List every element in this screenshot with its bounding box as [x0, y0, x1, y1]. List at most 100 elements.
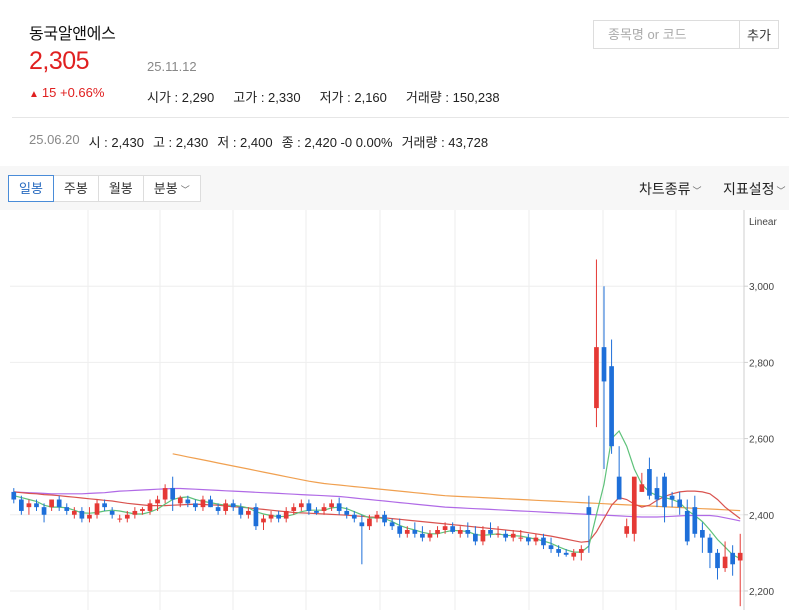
tick-label: 2,600 — [749, 435, 774, 446]
candle-body — [669, 495, 675, 500]
indicator-menu[interactable]: 지표설정 ﹀ — [723, 179, 786, 199]
candle-body — [64, 507, 70, 511]
candle — [253, 503, 259, 530]
ohlc-summary: 시가 : 2,290 고가 : 2,330 저가 : 2,160 거래량 : 1… — [147, 87, 500, 106]
candle-body — [185, 499, 191, 504]
candle-body — [578, 549, 584, 553]
candle-body — [124, 514, 130, 519]
candle-body — [639, 484, 645, 492]
volume: 거래량 : 150,238 — [405, 90, 500, 105]
candle — [79, 507, 85, 523]
candle — [465, 522, 471, 538]
candle-body — [253, 507, 259, 527]
candle — [109, 507, 115, 519]
low-price: 저가 : 2,160 — [319, 90, 387, 105]
candle-body — [94, 503, 100, 515]
candle — [525, 533, 531, 546]
candle — [473, 526, 478, 546]
candle — [283, 507, 289, 523]
up-triangle-icon: ▲ — [29, 89, 39, 100]
candle-body — [223, 503, 229, 511]
candle-body — [246, 510, 251, 515]
candle — [56, 495, 62, 511]
quote-date: 25.11.12 — [147, 59, 197, 74]
candle-body — [616, 476, 622, 500]
tab-daily[interactable]: 일봉 — [8, 175, 54, 202]
change-text: 15 +0.66% — [41, 85, 105, 100]
candle-body — [427, 533, 433, 538]
candles — [11, 259, 743, 607]
candle — [336, 497, 342, 515]
candle — [276, 510, 281, 523]
candle — [730, 545, 735, 576]
candle-body — [737, 552, 743, 561]
candle — [397, 518, 403, 538]
candle — [616, 446, 622, 500]
candle-body — [563, 552, 569, 555]
candle-body — [601, 347, 607, 382]
candle — [737, 533, 743, 607]
price-axis: Linear 3,000 2,800 2,600 2,400 2,200 — [743, 210, 777, 610]
candle — [298, 499, 304, 511]
tab-minute[interactable]: 분봉 ﹀ — [143, 175, 201, 202]
candle — [329, 499, 334, 511]
candle-body — [79, 510, 85, 519]
candle-body — [631, 476, 637, 534]
candlestick-chart[interactable]: Linear 3,000 2,800 2,600 2,400 2,200 — [0, 210, 789, 610]
candle-body — [495, 533, 501, 535]
candle — [700, 522, 705, 553]
candle — [533, 533, 539, 546]
scale-label: Linear — [749, 217, 777, 228]
candle — [230, 499, 236, 511]
candle — [200, 495, 206, 511]
candle — [594, 259, 599, 428]
candle-body — [291, 507, 297, 511]
candle-body — [41, 507, 47, 515]
moving-average-lines — [13, 429, 741, 560]
candle-body — [397, 526, 403, 534]
candle-body — [420, 533, 425, 538]
candle-body — [276, 514, 281, 519]
add-button[interactable]: 추가 — [739, 21, 778, 48]
tab-weekly[interactable]: 주봉 — [53, 175, 99, 202]
candle-body — [193, 503, 198, 508]
candle — [268, 510, 274, 523]
ma-short-line — [13, 429, 741, 560]
tab-minute-label: 분봉 — [153, 181, 178, 196]
candle — [609, 339, 614, 454]
candle-body — [261, 518, 266, 523]
candle — [321, 503, 327, 515]
candle-body — [147, 503, 153, 511]
candle-body — [654, 488, 660, 500]
candle-body — [140, 509, 145, 511]
candle-body — [162, 488, 168, 500]
candle-body — [684, 510, 690, 542]
candle-body — [367, 518, 372, 527]
candle-body — [677, 499, 683, 508]
candle-body — [556, 549, 561, 553]
candle — [162, 484, 168, 504]
candle-body — [457, 530, 463, 534]
candle — [510, 530, 516, 542]
period-tabs: 일봉 주봉 월봉 분봉 ﹀ — [8, 175, 201, 202]
candle-body — [518, 537, 524, 539]
candle-body — [177, 497, 183, 504]
candle-body — [117, 518, 123, 520]
candle-body — [155, 499, 160, 504]
candle-body — [298, 503, 304, 508]
tab-monthly[interactable]: 월봉 — [98, 175, 144, 202]
candle — [64, 503, 70, 515]
candle — [412, 522, 418, 538]
candle — [193, 499, 198, 511]
hover-candle-info: 25.06.20 시 : 2,430 고 : 2,430 저 : 2,400 종… — [29, 132, 488, 151]
candle-body — [473, 533, 478, 542]
candle-body — [19, 499, 24, 511]
chart-type-menu[interactable]: 차트종류 ﹀ — [639, 179, 702, 199]
price-change: ▲ 15 +0.66% — [29, 85, 104, 100]
candle-body — [389, 522, 395, 527]
search-input[interactable] — [594, 21, 739, 48]
candle — [631, 476, 637, 542]
candle-body — [200, 499, 206, 508]
candle-body — [594, 347, 599, 409]
candle-body — [11, 491, 17, 500]
